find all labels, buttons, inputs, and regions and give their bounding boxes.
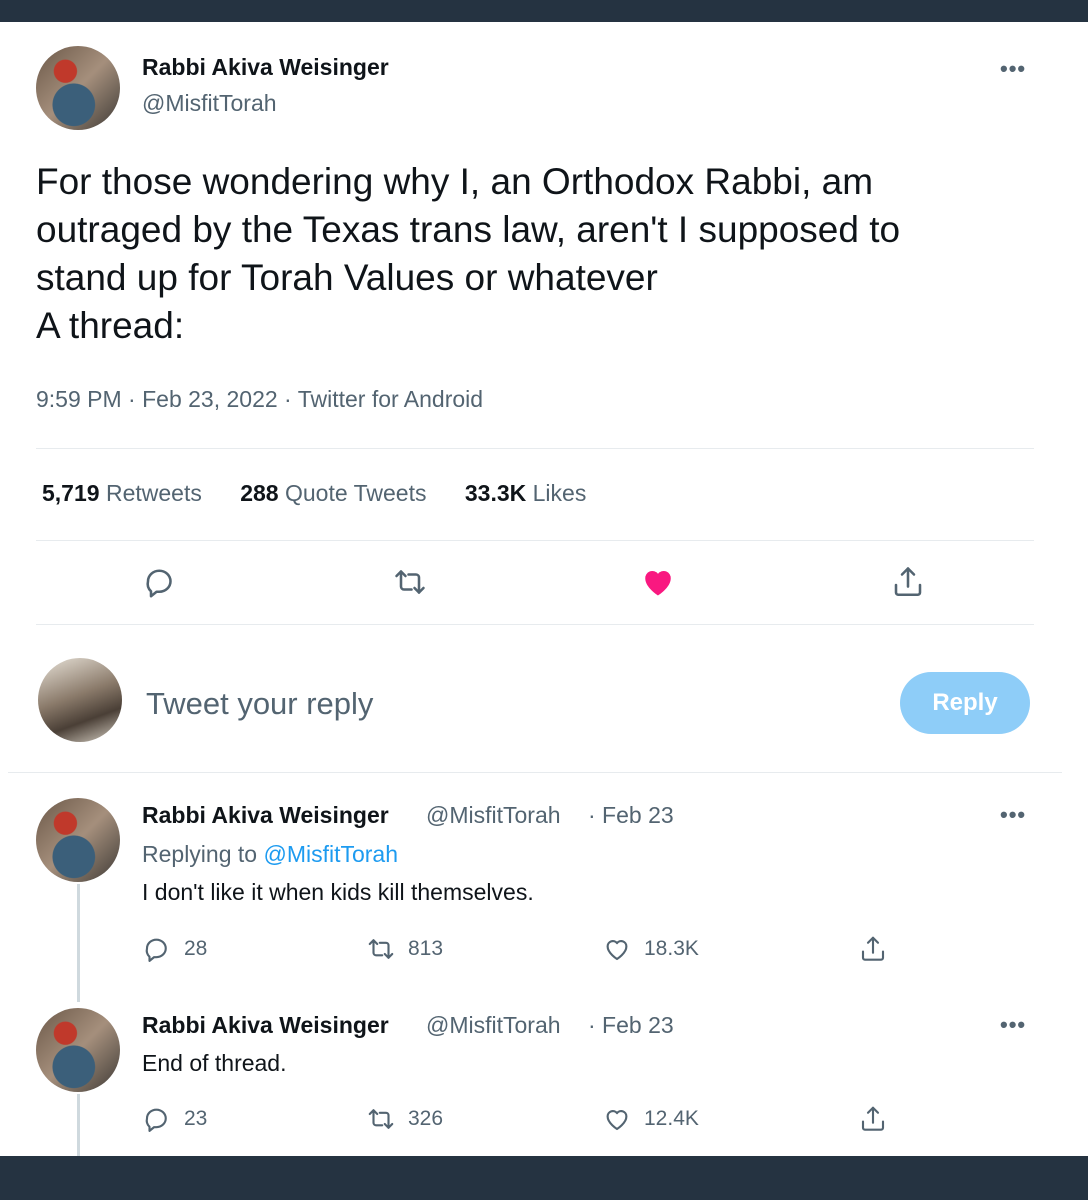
share-icon bbox=[861, 936, 885, 961]
reply-button[interactable] bbox=[138, 560, 182, 604]
retweets-count: 5,719 bbox=[42, 480, 100, 506]
heart-icon bbox=[606, 1110, 628, 1131]
reply-author-name[interactable]: Rabbi Akiva Weisinger bbox=[142, 802, 389, 829]
retweet-icon bbox=[368, 939, 394, 959]
share-button[interactable] bbox=[886, 560, 930, 604]
likes-label: Likes bbox=[532, 480, 587, 506]
comment-icon bbox=[145, 938, 167, 962]
author-avatar[interactable] bbox=[36, 46, 120, 130]
bottom-frame-bar bbox=[0, 1156, 1088, 1200]
replying-handle-link[interactable]: @MisfitTorah bbox=[263, 841, 398, 867]
reply-date[interactable]: · Feb 23 bbox=[588, 802, 674, 829]
reply-count: 23 bbox=[184, 1107, 208, 1130]
reply-share-button[interactable] bbox=[858, 934, 900, 964]
reply-share-button[interactable] bbox=[858, 1104, 900, 1134]
divider bbox=[36, 624, 1034, 625]
reply-submit-button[interactable]: Reply bbox=[900, 672, 1030, 734]
thread-connector bbox=[77, 884, 80, 1002]
top-frame-bar bbox=[0, 0, 1088, 22]
tweet-time[interactable]: 9:59 PM bbox=[36, 386, 122, 412]
reply-retweet-button[interactable]: 326 bbox=[366, 1104, 443, 1134]
replying-to: Replying to @MisfitTorah bbox=[142, 841, 398, 868]
retweet-icon bbox=[395, 570, 425, 594]
replying-prefix: Replying to bbox=[142, 841, 258, 867]
divider bbox=[36, 540, 1034, 541]
divider bbox=[36, 448, 1034, 449]
retweets-label: Retweets bbox=[105, 480, 202, 506]
like-count: 12.4K bbox=[644, 1107, 699, 1130]
share-icon bbox=[894, 567, 922, 597]
tweet-date[interactable]: Feb 23, 2022 bbox=[142, 386, 278, 412]
reply-like-button[interactable]: 12.4K bbox=[602, 1104, 699, 1134]
meta-separator: · bbox=[277, 386, 298, 412]
reply-text: End of thread. bbox=[142, 1050, 287, 1076]
retweet-count: 813 bbox=[408, 937, 444, 960]
tweet-text-line: stand up for Torah Values or whatever bbox=[36, 257, 658, 298]
tweet-stats: 5,719 Retweets 288 Quote Tweets 33.3K Li… bbox=[42, 480, 618, 507]
reply-author-handle[interactable]: @MisfitTorah bbox=[426, 802, 561, 829]
thread-connector bbox=[77, 1094, 80, 1156]
comment-icon bbox=[146, 569, 172, 598]
divider bbox=[8, 772, 1062, 773]
reply-avatar[interactable] bbox=[36, 798, 120, 882]
more-options-icon[interactable]: ••• bbox=[1000, 804, 1026, 826]
quotes-label: Quote Tweets bbox=[284, 480, 427, 506]
quotes-count: 288 bbox=[240, 480, 279, 506]
author-name[interactable]: Rabbi Akiva Weisinger bbox=[142, 54, 389, 81]
like-button[interactable] bbox=[636, 560, 680, 604]
more-options-icon[interactable]: ••• bbox=[1000, 1014, 1026, 1036]
more-options-icon[interactable]: ••• bbox=[1000, 58, 1026, 80]
comment-icon bbox=[145, 1108, 167, 1132]
reply-date[interactable]: · Feb 23 bbox=[588, 1012, 674, 1039]
reply-author-name[interactable]: Rabbi Akiva Weisinger bbox=[142, 1012, 389, 1039]
retweets-stat[interactable]: 5,719 Retweets bbox=[42, 480, 202, 507]
retweet-icon bbox=[368, 1109, 394, 1129]
tweet-text-line: For those wondering why I, an Orthodox R… bbox=[36, 161, 874, 202]
retweet-count: 326 bbox=[408, 1107, 444, 1130]
tweet-source[interactable]: Twitter for Android bbox=[298, 386, 483, 412]
retweet-button[interactable] bbox=[388, 560, 432, 604]
tweet-text-line: outraged by the Texas trans law, aren't … bbox=[36, 209, 901, 250]
reply-reply-button[interactable]: 23 bbox=[142, 1104, 207, 1134]
reply-avatar[interactable] bbox=[36, 1008, 120, 1092]
likes-count: 33.3K bbox=[464, 480, 527, 506]
tweet-text-line: A thread: bbox=[36, 305, 185, 346]
likes-stat[interactable]: 33.3K Likes bbox=[465, 480, 586, 507]
tweet-text: For those wondering why I, an Orthodox R… bbox=[36, 158, 1036, 350]
reply-retweet-button[interactable]: 813 bbox=[366, 934, 443, 964]
current-user-avatar[interactable] bbox=[38, 658, 122, 742]
heart-filled-icon bbox=[645, 570, 671, 596]
reply-input[interactable]: Tweet your reply bbox=[146, 686, 373, 722]
reply-like-button[interactable]: 18.3K bbox=[602, 934, 699, 964]
meta-separator: · bbox=[121, 386, 143, 412]
reply-author-handle[interactable]: @MisfitTorah bbox=[426, 1012, 561, 1039]
heart-icon bbox=[606, 940, 628, 961]
quote-tweets-stat[interactable]: 288 Quote Tweets bbox=[240, 480, 426, 507]
share-icon bbox=[861, 1106, 885, 1131]
reply-text: I don't like it when kids kill themselve… bbox=[142, 879, 534, 905]
reply-count: 28 bbox=[184, 937, 208, 960]
tweet-meta: 9:59 PM · Feb 23, 2022 · Twitter for And… bbox=[36, 386, 483, 413]
author-handle[interactable]: @MisfitTorah bbox=[142, 90, 277, 117]
reply-reply-button[interactable]: 28 bbox=[142, 934, 207, 964]
like-count: 18.3K bbox=[644, 937, 699, 960]
